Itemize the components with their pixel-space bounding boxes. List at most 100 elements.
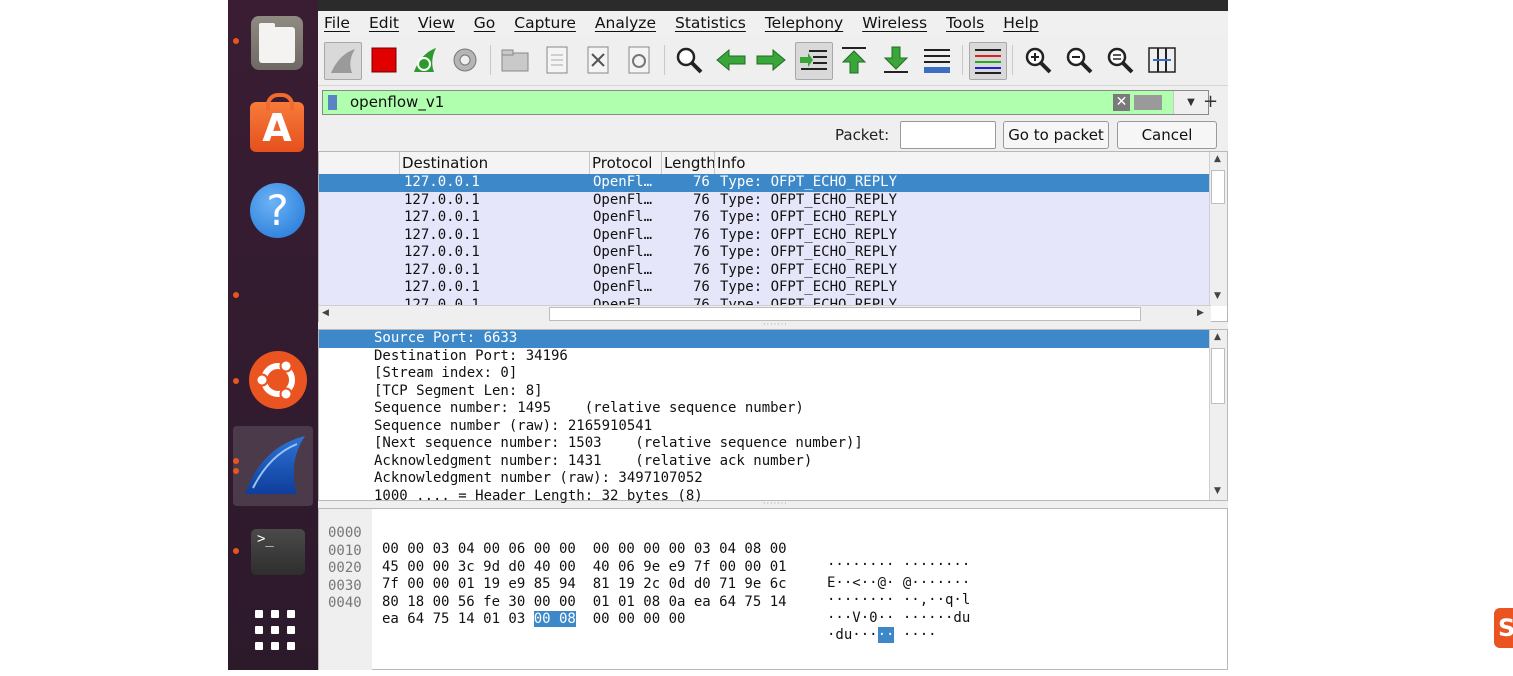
terminal-launcher[interactable]: >_ xyxy=(233,508,313,588)
menu-capture[interactable]: Capture xyxy=(514,14,576,32)
byte-ascii[interactable]: ·du····· ···· xyxy=(827,627,937,643)
display-filter-input[interactable]: openflow_v1 xyxy=(350,93,444,111)
start-capture-button[interactable] xyxy=(324,42,362,80)
go-to-packet-confirm-button[interactable]: Go to packet xyxy=(1003,121,1109,149)
bookmark-icon[interactable] xyxy=(328,95,337,110)
packet-cell-info: Type: OFPT_ECHO_REPLY xyxy=(720,174,898,190)
bytes-row[interactable]: 0030 80 18 00 56 fe 30 00 00 01 01 08 0a… xyxy=(319,562,970,626)
packet-row[interactable]: 127.0.0.1 OpenFl… 76 Type: OFPT_ECHO_REPLY xyxy=(319,191,1209,209)
menu-telephony[interactable]: Telephony xyxy=(765,14,843,32)
packet-row[interactable]: 127.0.0.1 OpenFl… 76 Type: OFPT_ECHO_REPLY xyxy=(319,226,1209,244)
column-protocol[interactable]: Protocol xyxy=(592,154,652,172)
resize-columns-button[interactable] xyxy=(1144,42,1180,78)
menu-go[interactable]: Go xyxy=(474,14,496,32)
menu-edit[interactable]: Edit xyxy=(369,14,399,32)
packet-row[interactable]: 127.0.0.1 OpenFl… 76 Type: OFPT_ECHO_REPLY xyxy=(319,244,1209,262)
detail-row[interactable]: [TCP Segment Len: 8] xyxy=(319,383,1209,401)
colorize-button[interactable] xyxy=(969,42,1007,80)
close-file-button[interactable] xyxy=(580,42,616,78)
go-last-packet-button[interactable] xyxy=(878,42,914,78)
packet-row[interactable]: 127.0.0.1 OpenFl… 76 Type: OFPT_ECHO_REPLY xyxy=(319,261,1209,279)
packet-list-vertical-scrollbar[interactable]: ▲ ▼ xyxy=(1209,152,1227,306)
software-store-launcher[interactable]: A xyxy=(233,85,313,165)
packet-cell-len: 76 xyxy=(693,191,710,208)
detail-text: Acknowledgment number: 1431 (relative ac… xyxy=(374,452,813,469)
clear-filter-icon[interactable]: ✕ xyxy=(1113,94,1130,111)
detail-row[interactable]: [Next sequence number: 1503 (relative se… xyxy=(319,435,1209,453)
go-back-button[interactable] xyxy=(713,42,749,78)
restart-capture-button[interactable] xyxy=(407,42,443,78)
packet-row[interactable]: 127.0.0.1 OpenFl… 76 Type: OFPT_ECHO_REPLY xyxy=(319,279,1209,297)
byte-ascii-highlight[interactable]: ·· xyxy=(877,627,895,643)
zoom-out-button[interactable] xyxy=(1061,42,1097,78)
running-indicator xyxy=(233,38,239,44)
packet-row[interactable]: 127.0.0.1 OpenFl… 76 Type: OFPT_ECHO_REPLY xyxy=(319,209,1209,227)
column-length[interactable]: Length xyxy=(664,154,716,172)
ubuntu-launcher[interactable] xyxy=(233,340,313,420)
packet-details-pane: Source Port: 6633 Destination Port: 34196… xyxy=(318,329,1228,504)
wireshark-launcher[interactable] xyxy=(233,426,313,506)
go-forward-button[interactable] xyxy=(753,42,789,78)
byte-hex[interactable]: 7f 00 00 01 19 e9 85 94 81 19 2c 0d d0 7… xyxy=(382,576,787,592)
byte-ascii[interactable]: ········ ········ xyxy=(827,557,970,573)
menu-help[interactable]: Help xyxy=(1003,14,1038,32)
menu-wireless[interactable]: Wireless xyxy=(862,14,927,32)
detail-text: Source Port: 6633 xyxy=(374,330,518,346)
toolbar-separator xyxy=(490,45,491,75)
column-info[interactable]: Info xyxy=(717,154,745,172)
normal-size-button[interactable] xyxy=(1102,42,1138,78)
byte-ascii[interactable]: ········ ··,··q·l xyxy=(827,592,970,608)
detail-row[interactable]: Acknowledgment number (raw): 3497107052 xyxy=(319,470,1209,488)
go-first-packet-button[interactable] xyxy=(836,42,872,78)
bytes-row[interactable]: 0010 45 00 00 3c 9d d0 40 00 40 06 9e e9… xyxy=(319,527,970,591)
bytes-row[interactable]: 0000 00 00 03 04 00 06 00 00 00 00 00 00… xyxy=(319,509,970,573)
byte-hex[interactable]: 00 00 03 04 00 06 00 00 00 00 00 00 03 0… xyxy=(382,541,787,557)
column-destination[interactable]: Destination xyxy=(402,154,488,172)
detail-row[interactable]: [Stream index: 0] xyxy=(319,365,1209,383)
menu-view[interactable]: View xyxy=(418,14,455,32)
detail-row[interactable]: Source Port: 6633 xyxy=(319,330,1209,348)
help-launcher[interactable]: ? xyxy=(233,170,313,250)
show-applications-button[interactable] xyxy=(233,596,313,676)
bytes-row[interactable]: 0020 7f 00 00 01 19 e9 85 94 81 19 2c 0d… xyxy=(319,544,970,608)
bytes-row[interactable]: 0040 ea 64 75 14 01 03 00 08 00 00 00 00… xyxy=(319,579,937,643)
splitter-grip[interactable]: ······· xyxy=(763,320,788,329)
files-launcher[interactable] xyxy=(233,2,313,82)
detail-row[interactable]: Destination Port: 34196 xyxy=(319,348,1209,366)
find-packet-button[interactable] xyxy=(671,42,707,78)
add-filter-button-plus-icon[interactable]: + xyxy=(1203,91,1218,112)
packet-cell-info: Type: OFPT_ECHO_REPLY xyxy=(720,261,898,278)
zoom-in-button[interactable] xyxy=(1020,42,1056,78)
byte-ascii[interactable]: E··<··@· @······· xyxy=(827,575,970,591)
packet-cell-info: Type: OFPT_ECHO_REPLY xyxy=(720,226,898,243)
open-file-button[interactable] xyxy=(497,42,533,78)
byte-ascii[interactable]: ···V·0·· ······du xyxy=(827,610,970,626)
stop-capture-button[interactable] xyxy=(366,42,402,78)
byte-hex[interactable]: 80 18 00 56 fe 30 00 00 01 01 08 0a ea 6… xyxy=(382,594,787,610)
detail-row[interactable]: Sequence number (raw): 2165910541 xyxy=(319,418,1209,436)
splitter-grip[interactable]: ······· xyxy=(763,499,788,508)
menu-statistics[interactable]: Statistics xyxy=(675,14,746,32)
packet-number-input[interactable] xyxy=(900,121,996,149)
save-file-button[interactable] xyxy=(539,42,575,78)
capture-options-button[interactable] xyxy=(447,42,483,78)
detail-row[interactable]: Acknowledgment number: 1431 (relative ac… xyxy=(319,453,1209,471)
corner-app-icon[interactable]: S xyxy=(1494,608,1513,648)
go-to-packet-button[interactable] xyxy=(795,42,833,80)
detail-row[interactable]: Sequence number: 1495 (relative sequence… xyxy=(319,400,1209,418)
byte-hex[interactable]: 45 00 00 3c 9d d0 40 00 40 06 9e e9 7f 0… xyxy=(382,559,787,575)
cancel-button[interactable]: Cancel xyxy=(1117,121,1217,149)
packet-row[interactable]: 127.0.0.1 OpenFl… 76 Type: OFPT_ECHO_REPLY xyxy=(319,174,1209,192)
resize-columns-icon xyxy=(1148,47,1176,73)
menu-tools[interactable]: Tools xyxy=(946,14,984,32)
reload-file-button[interactable] xyxy=(621,42,657,78)
menu-file[interactable]: File xyxy=(324,14,350,32)
details-vertical-scrollbar[interactable]: ▲ ▼ xyxy=(1209,330,1227,500)
auto-scroll-button[interactable] xyxy=(919,42,955,78)
byte-hex[interactable]: ea 64 75 14 01 03 00 08 00 00 00 00 xyxy=(382,611,685,627)
byte-hex-highlight[interactable]: 00 08 xyxy=(533,611,576,627)
menu-analyze[interactable]: Analyze xyxy=(595,14,656,32)
display-filter-bar[interactable]: openflow_v1 ✕ ▼ xyxy=(322,90,1209,115)
apply-filter-arrow-icon[interactable] xyxy=(1134,95,1162,110)
detail-text: Sequence number (raw): 2165910541 xyxy=(374,417,653,434)
